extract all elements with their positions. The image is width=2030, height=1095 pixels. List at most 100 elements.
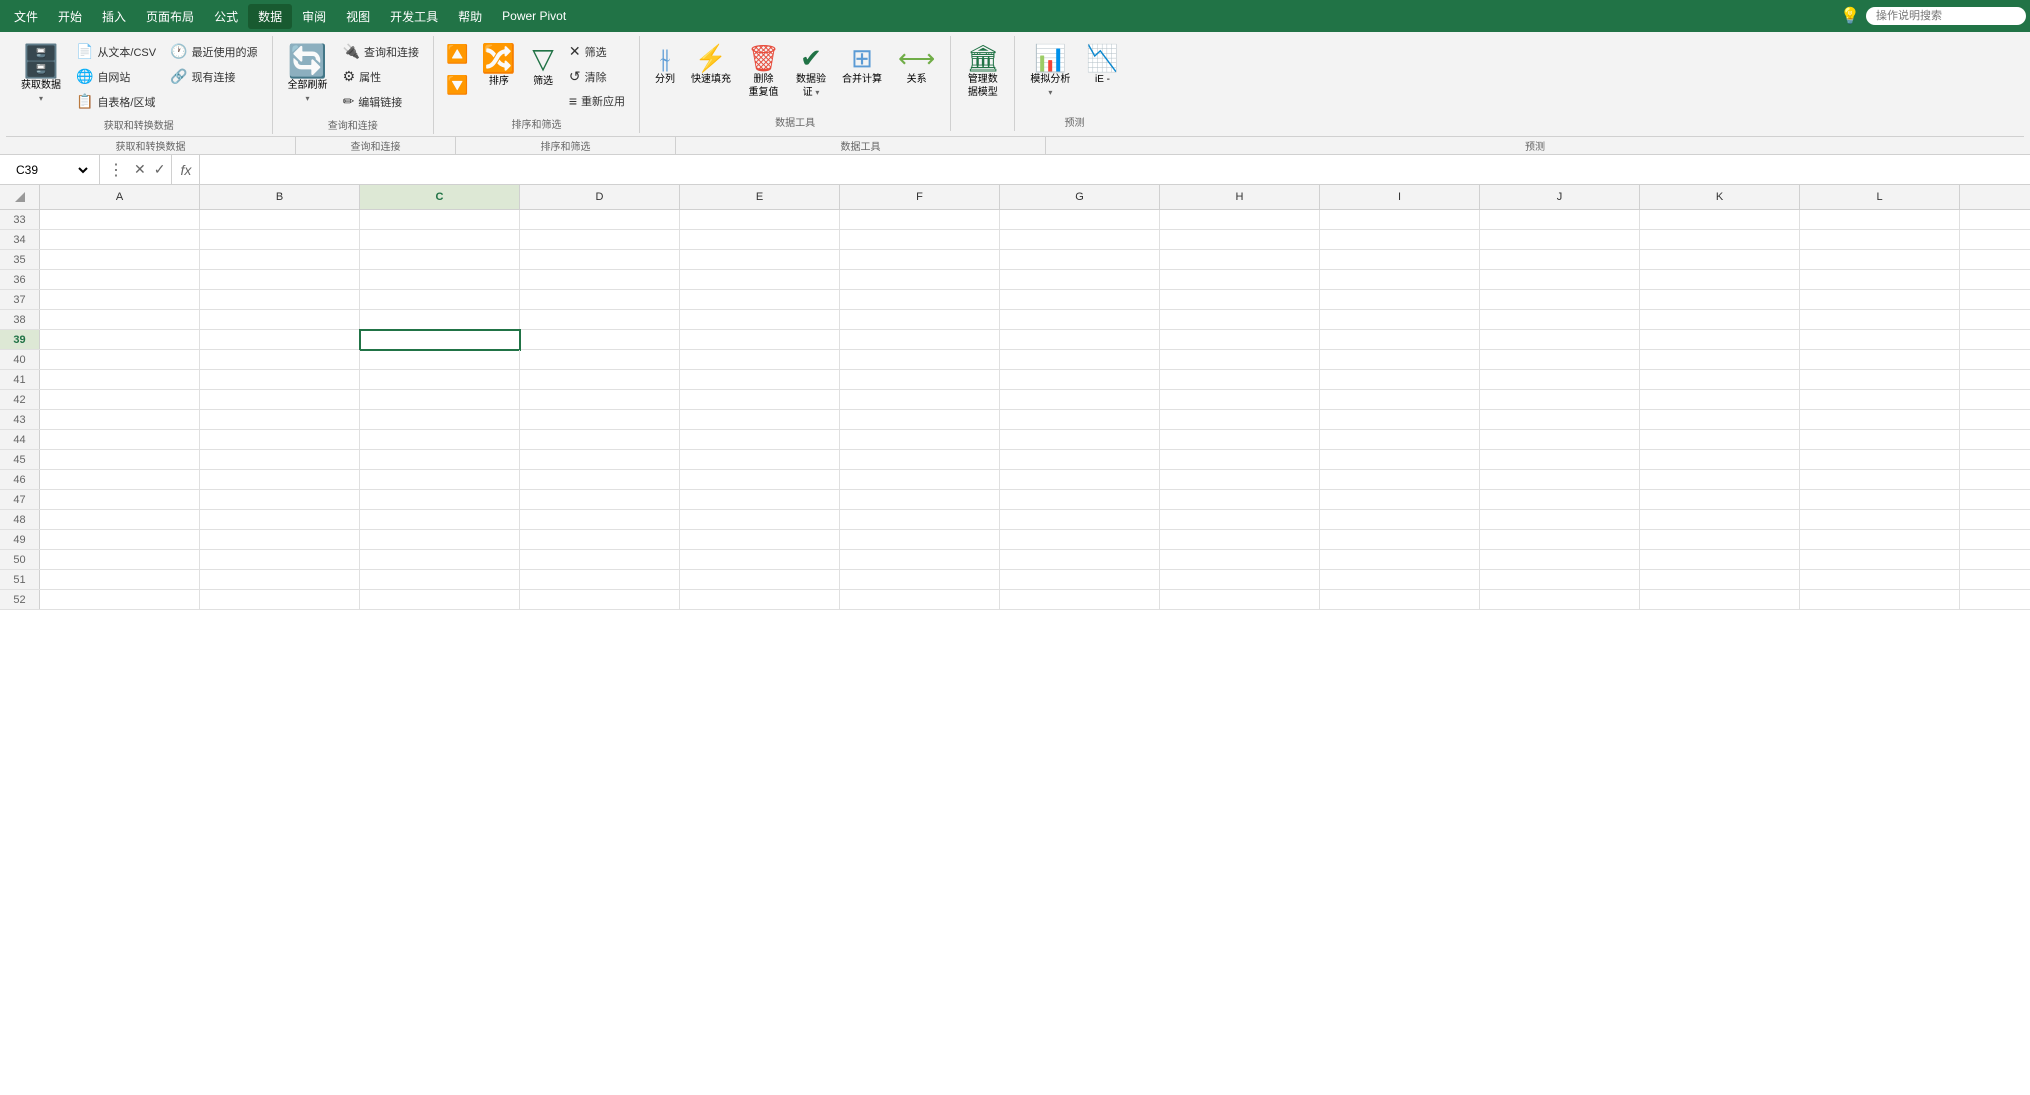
list-item[interactable] [680,370,840,390]
list-item[interactable] [1800,310,1960,330]
what-if-button[interactable]: 📊 模拟分析▾ [1023,40,1077,104]
more-options-button[interactable]: ⋮ [104,158,128,182]
list-item[interactable] [1640,330,1800,350]
advanced-button[interactable]: ≡ 重新应用 [563,90,631,112]
list-item[interactable] [1000,510,1160,530]
list-item[interactable] [1160,250,1320,270]
list-item[interactable] [680,490,840,510]
cancel-formula-button[interactable]: ✕ [132,159,148,180]
list-item[interactable] [360,410,520,430]
list-item[interactable] [840,590,1000,610]
menu-formula[interactable]: 公式 [204,4,248,29]
list-item[interactable] [1160,510,1320,530]
list-item[interactable] [1800,210,1960,230]
list-item[interactable] [40,530,200,550]
list-item[interactable] [40,230,200,250]
list-item[interactable] [200,590,360,610]
list-item[interactable] [1320,530,1480,550]
existing-conn-button[interactable]: 🔗 现有连接 [164,65,263,88]
sort-button[interactable]: 🔀 排序 [474,40,523,93]
clear-button[interactable]: ✕ 筛选 [563,40,631,63]
list-item[interactable] [1000,310,1160,330]
list-item[interactable] [1480,470,1640,490]
list-item[interactable] [40,290,200,310]
list-item[interactable] [1480,570,1640,590]
query-conn-button[interactable]: 🔌 查询和连接 [337,40,425,63]
list-item[interactable] [360,470,520,490]
list-item[interactable] [1160,330,1320,350]
list-item[interactable] [40,370,200,390]
list-item[interactable] [360,590,520,610]
list-item[interactable] [1000,590,1160,610]
col-header-j[interactable]: J [1480,185,1640,209]
menu-home[interactable]: 开始 [48,4,92,29]
list-item[interactable] [680,450,840,470]
list-item[interactable] [520,490,680,510]
list-item[interactable] [840,210,1000,230]
list-item[interactable] [1480,230,1640,250]
list-item[interactable] [1800,530,1960,550]
list-item[interactable] [680,210,840,230]
list-item[interactable] [1640,210,1800,230]
menu-review[interactable]: 审阅 [292,4,336,29]
list-item[interactable] [1800,450,1960,470]
list-item[interactable] [520,430,680,450]
list-item[interactable] [1000,490,1160,510]
list-item[interactable] [1640,350,1800,370]
list-item[interactable] [360,290,520,310]
list-item[interactable] [520,390,680,410]
list-item[interactable] [1160,410,1320,430]
list-item[interactable] [1320,590,1480,610]
list-item[interactable] [1320,570,1480,590]
list-item[interactable] [840,370,1000,390]
list-item[interactable] [200,470,360,490]
edit-links-button[interactable]: ✏ 编辑链接 [337,90,425,113]
col-header-c[interactable]: C [360,185,520,209]
list-item[interactable] [1160,370,1320,390]
properties-button[interactable]: ⚙ 属性 [337,65,425,88]
list-item[interactable] [840,230,1000,250]
list-item[interactable] [840,290,1000,310]
list-item[interactable] [40,250,200,270]
list-item[interactable] [40,490,200,510]
sort-za-button[interactable]: 🔽 [442,71,472,100]
menu-view[interactable]: 视图 [336,4,380,29]
list-item[interactable] [840,450,1000,470]
list-item[interactable] [1800,250,1960,270]
list-item[interactable] [520,330,680,350]
cell-reference-select[interactable]: C39 [8,162,91,178]
flash-fill-button[interactable]: ⚡ 快速填充 [684,40,738,91]
menu-insert[interactable]: 插入 [92,4,136,29]
row-number-47[interactable]: 47 [0,490,40,509]
list-item[interactable] [1800,510,1960,530]
recent-source-button[interactable]: 🕐 最近使用的源 [164,40,263,63]
filter-button[interactable]: ▽ 筛选 [525,40,561,93]
row-number-34[interactable]: 34 [0,230,40,249]
menu-file[interactable]: 文件 [4,4,48,29]
reapply-button[interactable]: ↺ 清除 [563,65,631,88]
list-item[interactable] [1320,490,1480,510]
list-item[interactable] [1160,230,1320,250]
from-table-button[interactable]: 📋 自表格/区域 [70,90,162,113]
list-item[interactable] [40,410,200,430]
list-item[interactable] [1320,330,1480,350]
row-number-52[interactable]: 52 [0,590,40,609]
from-web-button[interactable]: 🌐 自网站 [70,65,162,88]
list-item[interactable] [1000,250,1160,270]
get-data-button[interactable]: 🗄️ 获取数据▾ [14,40,68,110]
list-item[interactable] [1480,450,1640,470]
list-item[interactable] [1000,550,1160,570]
list-item[interactable] [1800,590,1960,610]
forecast-button[interactable]: 📉 iE - [1079,40,1125,91]
list-item[interactable] [1480,550,1640,570]
list-item[interactable] [520,370,680,390]
list-item[interactable] [520,290,680,310]
list-item[interactable] [1640,410,1800,430]
col-header-l[interactable]: L [1800,185,1960,209]
menu-data[interactable]: 数据 [248,4,292,29]
list-item[interactable] [40,310,200,330]
from-text-csv-button[interactable]: 📄 从文本/CSV [70,40,162,63]
list-item[interactable] [360,350,520,370]
list-item[interactable] [1160,270,1320,290]
list-item[interactable] [1320,410,1480,430]
